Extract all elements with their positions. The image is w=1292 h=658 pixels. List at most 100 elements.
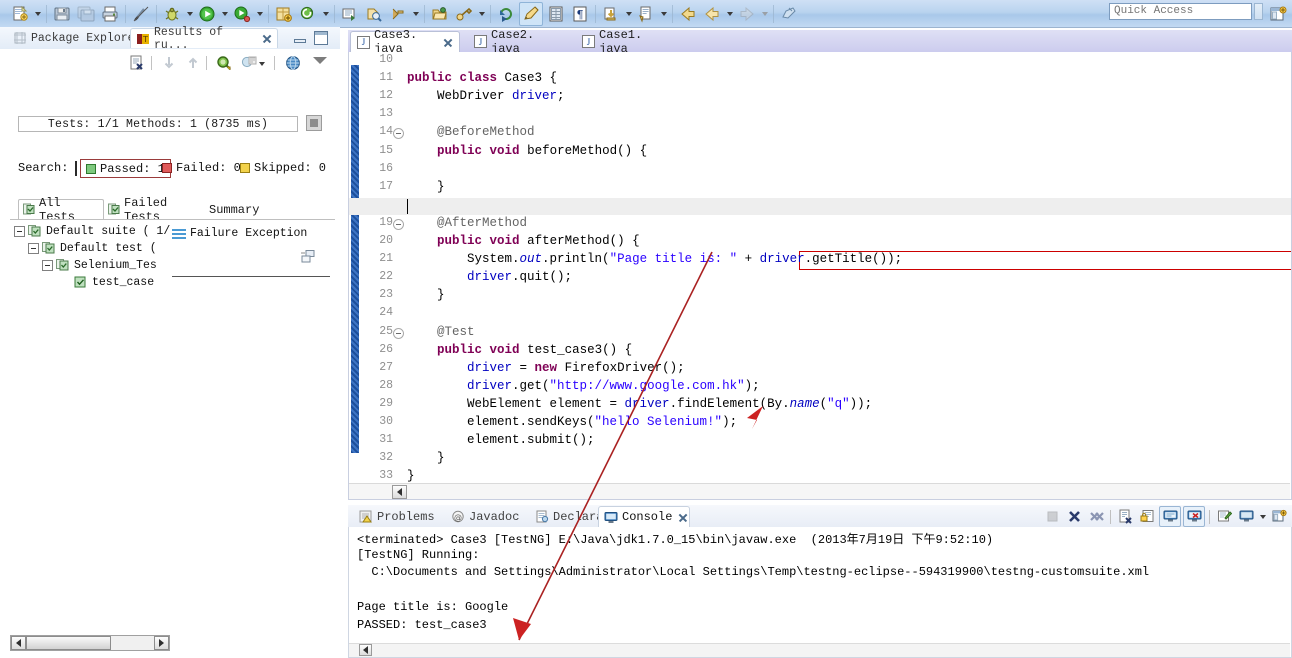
minimize-view-button[interactable] xyxy=(292,31,306,45)
tab-failed-tests[interactable]: Failed Tests xyxy=(104,196,205,224)
view-menu-icon[interactable] xyxy=(313,57,329,67)
open-folder-icon[interactable] xyxy=(429,3,451,25)
new-class-dropdown-arrow[interactable] xyxy=(320,3,331,25)
tree-node-default-test[interactable]: Default test ( xyxy=(14,240,174,257)
new-wizard-dropdown-arrow[interactable] xyxy=(32,3,43,25)
code-line[interactable]: } xyxy=(407,451,445,465)
key-icon[interactable] xyxy=(453,3,475,25)
table-icon[interactable] xyxy=(545,3,567,25)
code-line[interactable]: @AfterMethod xyxy=(407,216,527,230)
stop-test-button[interactable] xyxy=(306,115,322,131)
tree-node-default-suite[interactable]: Default suite ( 1/ xyxy=(14,223,174,240)
editor-code-area[interactable]: public class Case3 { WebDriver driver; @… xyxy=(349,52,1291,499)
debug-icon[interactable] xyxy=(161,3,183,25)
console-dropdown-arrow[interactable] xyxy=(1257,506,1268,528)
last-edit-location-icon[interactable] xyxy=(778,3,800,25)
fold-collapse-icon[interactable] xyxy=(393,327,404,339)
editor-body[interactable]: 1011121314151617181920212223242526272829… xyxy=(348,52,1292,500)
console-output[interactable]: <terminated> Case3 [TestNG] E:\Java\jdk1… xyxy=(348,527,1292,658)
close-icon[interactable] xyxy=(261,33,272,44)
search-results-icon[interactable] xyxy=(213,52,234,73)
tab-problems[interactable]: Problems xyxy=(354,506,442,527)
forward-dropdown-arrow[interactable] xyxy=(759,3,770,25)
download-icon[interactable] xyxy=(600,3,622,25)
code-line[interactable]: } xyxy=(407,180,445,194)
next-annotation-dropdown-arrow[interactable] xyxy=(410,3,421,25)
code-line[interactable]: WebDriver driver; xyxy=(407,89,565,103)
tab-summary[interactable]: Summary xyxy=(205,199,267,220)
console-horizontal-scrollbar[interactable] xyxy=(349,643,1290,657)
code-line[interactable]: element.sendKeys("hello Selenium!"); xyxy=(407,415,737,429)
code-line[interactable]: @Test xyxy=(407,325,475,339)
code-line[interactable]: driver.get("http://www.google.com.hk"); xyxy=(407,379,760,393)
code-line[interactable]: WebElement element = driver.findElement(… xyxy=(407,397,872,411)
code-line[interactable]: element.submit(); xyxy=(407,433,595,447)
pencil-edit-icon[interactable] xyxy=(519,1,543,26)
tab-case2[interactable]: J Case2. java xyxy=(468,28,568,56)
pin-console-icon[interactable] xyxy=(1214,507,1234,526)
run-coverage-icon[interactable] xyxy=(231,3,253,25)
open-type-icon[interactable] xyxy=(339,3,361,25)
next-failed-test-icon[interactable] xyxy=(158,52,179,73)
tab-all-tests[interactable]: All Tests xyxy=(18,196,104,224)
new-file-icon[interactable] xyxy=(635,3,657,25)
code-line[interactable]: driver.quit(); xyxy=(407,270,572,284)
remove-all-terminated-launches-icon[interactable] xyxy=(1086,507,1106,526)
expand-collapse-icon[interactable] xyxy=(42,260,53,271)
scroll-left-arrow[interactable] xyxy=(11,636,26,650)
quick-access-input[interactable] xyxy=(1109,3,1252,20)
expand-collapse-icon[interactable] xyxy=(28,243,39,254)
new-file-dropdown-arrow[interactable] xyxy=(658,3,669,25)
code-line[interactable]: public void afterMethod() { xyxy=(407,234,640,248)
expand-collapse-icon[interactable] xyxy=(14,226,25,237)
display-selected-console-icon[interactable] xyxy=(1236,507,1256,526)
code-line[interactable]: } xyxy=(407,469,415,483)
tree-node-test-case[interactable]: test_case xyxy=(14,274,174,291)
scroll-right-arrow[interactable] xyxy=(154,636,169,650)
failed-filter-chip[interactable]: Failed: 0 xyxy=(162,161,241,175)
refresh-run-icon[interactable] xyxy=(495,3,517,25)
clear-results-icon[interactable] xyxy=(126,52,147,73)
scroll-thumb[interactable] xyxy=(26,636,111,650)
tab-case3[interactable]: J Case3. java xyxy=(350,28,460,56)
save-all-icon[interactable] xyxy=(75,3,97,25)
new-java-class-icon[interactable] xyxy=(297,3,319,25)
save-icon[interactable] xyxy=(51,3,73,25)
compare-dropdown-arrow[interactable] xyxy=(256,53,267,75)
remove-launch-icon[interactable] xyxy=(1064,507,1084,526)
forward-icon[interactable] xyxy=(736,3,758,25)
back-alt-icon[interactable] xyxy=(701,3,723,25)
scroll-lock-icon[interactable] xyxy=(1137,507,1157,526)
key-dropdown-arrow[interactable] xyxy=(476,3,487,25)
code-line[interactable]: public class Case3 { xyxy=(407,71,557,85)
close-icon[interactable] xyxy=(677,512,688,523)
quick-access-scroll[interactable] xyxy=(1254,3,1263,20)
terminate-disabled-icon[interactable] xyxy=(1042,507,1062,526)
paragraph-icon[interactable]: ¶ xyxy=(569,3,591,25)
collapse-all-icon[interactable] xyxy=(300,250,316,264)
next-annotation-icon[interactable] xyxy=(387,3,409,25)
open-report-icon[interactable] xyxy=(282,52,303,73)
search-input[interactable] xyxy=(75,161,77,176)
new-wizard-icon[interactable] xyxy=(9,3,31,25)
run-icon[interactable] xyxy=(196,3,218,25)
tab-console[interactable]: Console xyxy=(598,506,690,527)
left-panel-horizontal-scrollbar[interactable] xyxy=(10,635,170,651)
new-java-package-icon[interactable] xyxy=(273,3,295,25)
view-tab-package-explorer[interactable]: Package Explorer xyxy=(8,28,146,48)
scroll-left-arrow[interactable] xyxy=(392,485,407,499)
editor-vertical-ruler[interactable] xyxy=(349,52,365,499)
open-console-icon[interactable] xyxy=(1269,507,1289,526)
maximize-view-button[interactable] xyxy=(314,31,328,45)
run-coverage-dropdown-arrow[interactable] xyxy=(254,3,265,25)
view-tab-results-of-running[interactable]: T Results of ru... xyxy=(130,26,278,52)
open-perspective-icon[interactable] xyxy=(1267,3,1289,24)
code-line[interactable]: System.out.println("Page title is: " + d… xyxy=(407,252,902,266)
back-dropdown-arrow[interactable] xyxy=(724,3,735,25)
fold-collapse-icon[interactable] xyxy=(393,128,404,140)
close-icon[interactable] xyxy=(442,37,453,48)
skipped-filter-chip[interactable]: Skipped: 0 xyxy=(240,161,326,175)
previous-failed-test-icon[interactable] xyxy=(182,52,203,73)
back-icon[interactable] xyxy=(677,3,699,25)
tree-node-selenium-test[interactable]: Selenium_Tes xyxy=(14,257,174,274)
